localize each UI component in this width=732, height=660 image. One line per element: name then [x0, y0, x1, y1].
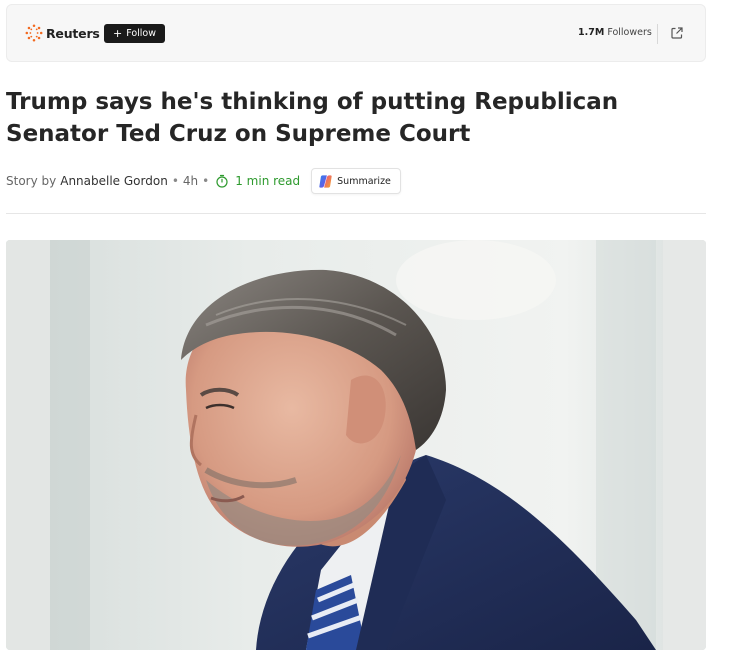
article-headline: Trump says he's thinking of putting Repu…: [6, 89, 619, 147]
open-external-icon: [671, 27, 683, 39]
read-time: 1 min read: [235, 174, 301, 188]
article-age: 4h: [182, 174, 199, 188]
publisher-name: Reuters: [46, 25, 100, 41]
article-byline: Story by Annabelle Gordon • 4h • 1 min r…: [6, 168, 401, 194]
author-link[interactable]: Annabelle Gordon: [60, 174, 168, 188]
photo-of-senator: [6, 240, 706, 650]
publisher-logo[interactable]: Reuters: [25, 24, 100, 42]
byline-separator: •: [171, 174, 179, 188]
publisher-bar: Reuters + Follow 1.7M Followers: [6, 4, 706, 62]
byline-separator: •: [202, 174, 210, 188]
hero-image[interactable]: [6, 240, 706, 650]
divider: [657, 24, 658, 44]
divider: [6, 213, 706, 214]
followers-count: 1.7M Followers: [578, 27, 652, 38]
followers-label: Followers: [607, 27, 652, 38]
follow-label: Follow: [126, 28, 157, 39]
plus-icon: +: [112, 27, 123, 40]
summarize-label: Summarize: [337, 175, 391, 187]
copilot-icon: [319, 174, 332, 188]
stopwatch-icon: [216, 174, 228, 188]
summarize-button[interactable]: Summarize: [311, 168, 401, 194]
reuters-dot-ring-icon: [25, 24, 43, 42]
open-external-button[interactable]: [669, 25, 685, 41]
followers-number: 1.7M: [578, 27, 605, 38]
byline-prefix: Story by: [6, 174, 57, 188]
follow-button[interactable]: + Follow: [104, 24, 165, 43]
